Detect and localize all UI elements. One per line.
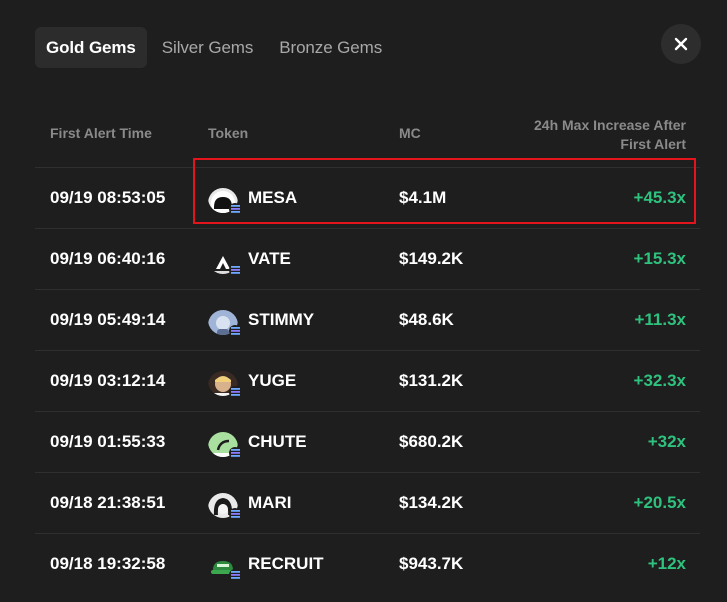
market-cap: $680.2K: [399, 432, 464, 451]
token-symbol: CHUTE: [248, 432, 307, 451]
table-header: First Alert Time Token MC 24h Max Increa…: [35, 105, 700, 168]
token-symbol: VATE: [248, 249, 291, 268]
token-symbol: MESA: [248, 188, 298, 207]
gems-table: First Alert Time Token MC 24h Max Increa…: [35, 105, 700, 594]
market-cap: $4.1M: [399, 188, 447, 207]
token-symbol: YUGE: [248, 371, 297, 390]
token-cell[interactable]: RECRUIT: [208, 534, 324, 594]
max-increase: +45.3x: [633, 188, 686, 207]
table-row[interactable]: 09/18 21:38:51 MARI $134.2K +20.5x: [35, 473, 700, 534]
token-cell[interactable]: MARI: [208, 473, 291, 533]
close-button[interactable]: [661, 24, 701, 64]
alert-time: 09/19 03:12:14: [50, 371, 166, 390]
solana-chain-icon: [229, 325, 241, 337]
alert-time: 09/18 21:38:51: [50, 493, 166, 512]
market-cap: $149.2K: [399, 249, 464, 268]
alert-time: 09/19 08:53:05: [50, 188, 166, 207]
token-symbol: RECRUIT: [248, 554, 324, 573]
token-cell[interactable]: YUGE: [208, 351, 296, 411]
header-token[interactable]: Token: [208, 125, 248, 141]
max-increase: +32x: [647, 432, 686, 451]
solana-chain-icon: [229, 569, 241, 581]
header-mc[interactable]: MC: [399, 125, 421, 141]
token-cell[interactable]: STIMMY: [208, 290, 314, 350]
table-row[interactable]: 09/19 03:12:14 YUGE $131.2K +32.3x: [35, 351, 700, 412]
header-first-alert-time[interactable]: First Alert Time: [50, 125, 152, 141]
alert-time: 09/18 19:32:58: [50, 554, 166, 573]
token-symbol: STIMMY: [248, 310, 315, 329]
header-max-increase-line1: 24h Max Increase After: [534, 117, 686, 133]
alert-time: 09/19 05:49:14: [50, 310, 166, 329]
max-increase: +15.3x: [633, 249, 686, 268]
solana-chain-icon: [229, 264, 241, 276]
max-increase: +20.5x: [633, 493, 686, 512]
market-cap: $943.7K: [399, 554, 464, 573]
alert-time: 09/19 06:40:16: [50, 249, 166, 268]
token-cell[interactable]: VATE: [208, 229, 291, 289]
token-symbol: MARI: [248, 493, 292, 512]
tab-silver-gems[interactable]: Silver Gems: [151, 27, 264, 68]
market-cap: $131.2K: [399, 371, 464, 390]
max-increase: +32.3x: [633, 371, 686, 390]
market-cap: $48.6K: [399, 310, 454, 329]
solana-chain-icon: [229, 386, 241, 398]
gem-tier-tabs: Gold Gems Silver Gems Bronze Gems: [35, 27, 393, 68]
tab-bronze-gems[interactable]: Bronze Gems: [268, 27, 393, 68]
alert-time: 09/19 01:55:33: [50, 432, 166, 451]
table-row[interactable]: 09/19 01:55:33 CHUTE $680.2K +32x: [35, 412, 700, 473]
max-increase: +11.3x: [634, 310, 686, 329]
tab-gold-gems[interactable]: Gold Gems: [35, 27, 147, 68]
gems-panel: Gold Gems Silver Gems Bronze Gems First …: [0, 0, 727, 602]
solana-chain-icon: [229, 203, 241, 215]
token-cell[interactable]: CHUTE: [208, 412, 307, 472]
market-cap: $134.2K: [399, 493, 464, 512]
header-max-increase-line2: First Alert: [620, 136, 686, 152]
solana-chain-icon: [229, 508, 241, 520]
table-row[interactable]: 09/19 08:53:05 MESA $4.1M +45.3x: [35, 168, 700, 229]
token-cell[interactable]: MESA: [208, 168, 297, 228]
table-row[interactable]: 09/19 05:49:14 STIMMY $48.6K +11.3x: [35, 290, 700, 351]
solana-chain-icon: [229, 447, 241, 459]
table-row[interactable]: 09/18 19:32:58 RECRUIT $943.7K +12x: [35, 534, 700, 594]
max-increase: +12x: [647, 554, 686, 573]
header-max-increase[interactable]: 24h Max Increase After First Alert: [466, 116, 686, 154]
table-row[interactable]: 09/19 06:40:16 VATE $149.2K +15.3x: [35, 229, 700, 290]
close-icon: [674, 37, 688, 51]
